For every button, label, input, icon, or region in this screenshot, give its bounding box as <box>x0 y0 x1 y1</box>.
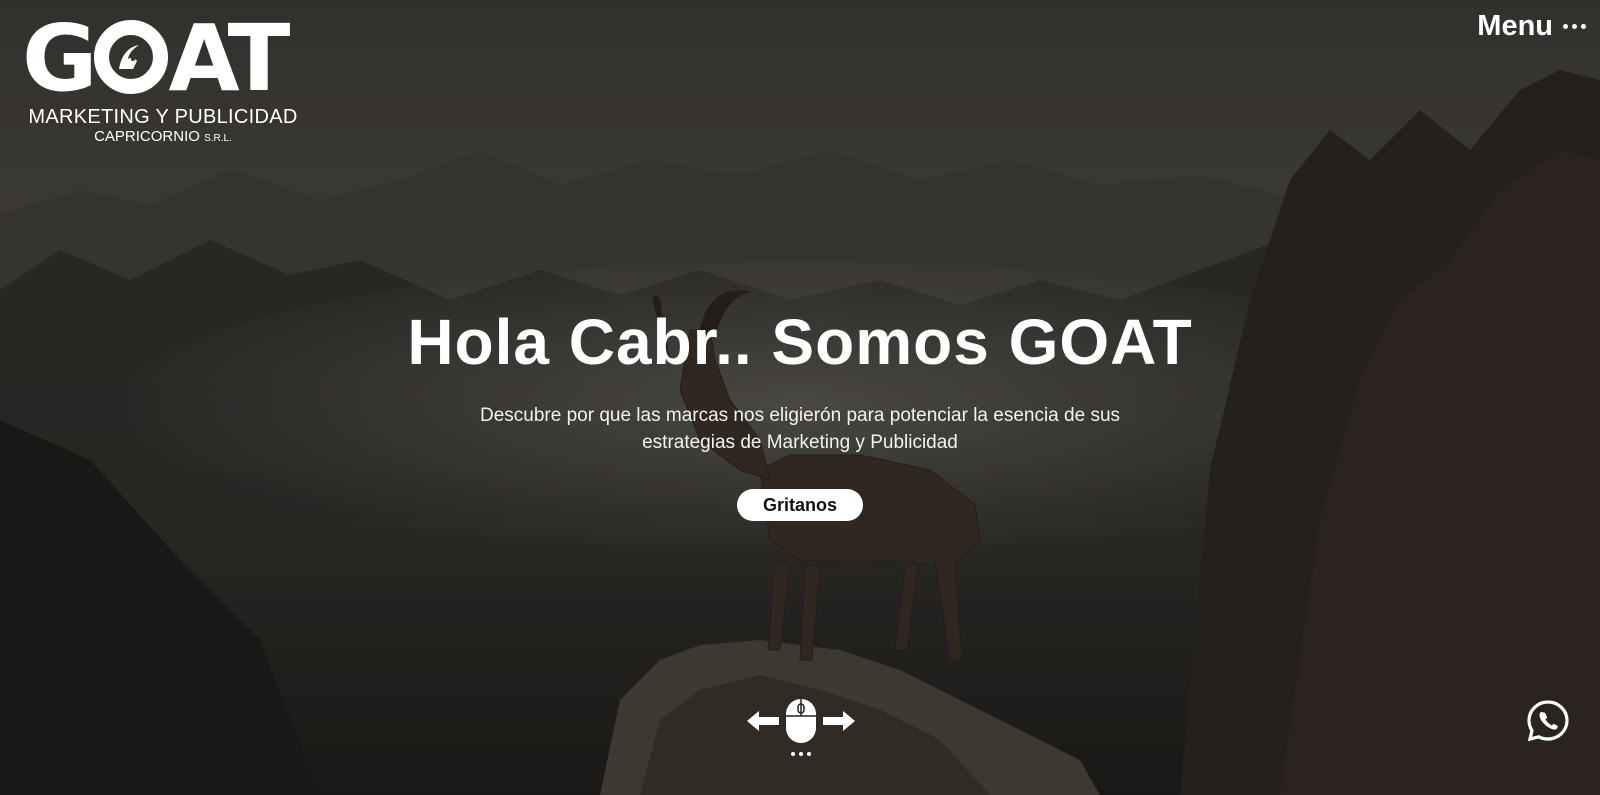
logo-company-suffix: S.R.L. <box>204 133 232 144</box>
mouse-icon <box>786 699 816 743</box>
whatsapp-button[interactable] <box>1526 699 1570 743</box>
logo-company: CAPRICORNIO S.R.L. <box>22 128 304 148</box>
hero-subtitle: Descubre por que las marcas nos eligieró… <box>479 405 1121 453</box>
brand-logo[interactable]: G AT MARKETING Y PUBLICIDAD CAPRICORNIO S… <box>22 5 304 148</box>
logo-tagline: MARKETING Y PUBLICIDAD <box>28 106 298 128</box>
contact-cta-button[interactable]: Gritanos <box>736 489 863 521</box>
more-dots-icon <box>1563 24 1586 29</box>
hero-headline: Hola Cabr.. Somos GOAT <box>407 306 1193 378</box>
hero-content: Hola Cabr.. Somos GOAT Descubre por que … <box>0 304 1600 521</box>
menu-button[interactable]: Menu <box>1477 10 1586 43</box>
logo-company-name: CAPRICORNIO <box>94 128 200 145</box>
arrow-right-icon <box>823 711 855 731</box>
goat-head-icon <box>93 20 168 94</box>
logo-wordmark: G AT <box>22 5 290 112</box>
arrow-left-icon <box>747 711 779 731</box>
scroll-indicator[interactable] <box>747 698 855 756</box>
whatsapp-icon <box>1527 700 1569 742</box>
hero-section: G AT MARKETING Y PUBLICIDAD CAPRICORNIO S… <box>0 0 1600 795</box>
ellipsis-icon <box>747 752 855 756</box>
menu-label: Menu <box>1477 10 1553 42</box>
